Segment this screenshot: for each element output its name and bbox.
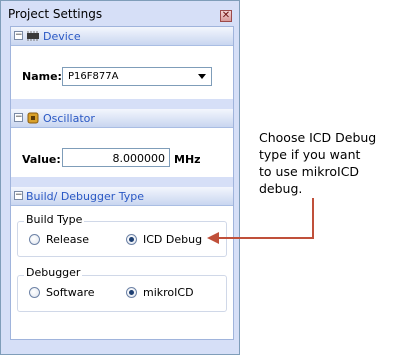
close-icon[interactable]: ✕ [220, 10, 232, 22]
radio-software-label: Software [46, 286, 95, 299]
device-name-select[interactable]: P16F877A [62, 67, 212, 86]
callout-line: to use mikroICD [259, 164, 360, 179]
callout-line: debug. [259, 181, 303, 196]
radio-mikroicd-label: mikroICD [143, 286, 194, 299]
oscillator-unit: MHz [174, 153, 201, 166]
radio-icd-debug-label: ICD Debug [143, 233, 203, 246]
device-name-label: Name: [22, 70, 62, 83]
build-section-header[interactable]: − Build/ Debugger Type [11, 187, 233, 206]
callout-text: Choose ICD Debug type if you want to use… [259, 129, 393, 197]
callout-line: type if you want [259, 147, 361, 162]
device-name-value: P16F877A [68, 71, 119, 82]
settings-body: − Device Name: P16F877A − Oscillator Val… [10, 26, 234, 340]
radio-release-label: Release [46, 233, 89, 246]
radio-button[interactable] [29, 287, 40, 298]
oscillator-value-input[interactable]: 8.000000 [62, 148, 170, 167]
radio-button[interactable] [126, 287, 137, 298]
section-divider [11, 177, 233, 187]
collapse-icon[interactable]: − [14, 113, 23, 122]
radio-mikroicd[interactable]: mikroICD [126, 286, 194, 299]
oscillator-icon [27, 112, 39, 124]
oscillator-value-label: Value: [22, 153, 61, 166]
callout-line: Choose ICD Debug [259, 130, 377, 145]
project-settings-panel: Project Settings ✕ − Device Name: P16F87… [0, 0, 240, 355]
oscillator-header-label: Oscillator [43, 112, 95, 125]
title-bar: Project Settings ✕ [1, 1, 239, 26]
chevron-down-icon[interactable] [198, 74, 206, 79]
oscillator-section-header[interactable]: − Oscillator [11, 109, 233, 128]
debugger-title: Debugger [24, 266, 83, 279]
chip-icon [27, 31, 39, 41]
device-section-header[interactable]: − Device [11, 27, 233, 46]
panel-title: Project Settings [8, 7, 103, 21]
collapse-icon[interactable]: − [14, 31, 23, 40]
radio-software[interactable]: Software [29, 286, 95, 299]
build-type-title: Build Type [24, 213, 85, 226]
device-header-label: Device [43, 30, 81, 43]
radio-release[interactable]: Release [29, 233, 89, 246]
radio-icd-debug[interactable]: ICD Debug [126, 233, 202, 246]
radio-button[interactable] [29, 234, 40, 245]
build-header-label: Build/ Debugger Type [26, 190, 145, 203]
section-divider [11, 99, 233, 109]
radio-button[interactable] [126, 234, 137, 245]
collapse-icon[interactable]: − [14, 191, 23, 200]
